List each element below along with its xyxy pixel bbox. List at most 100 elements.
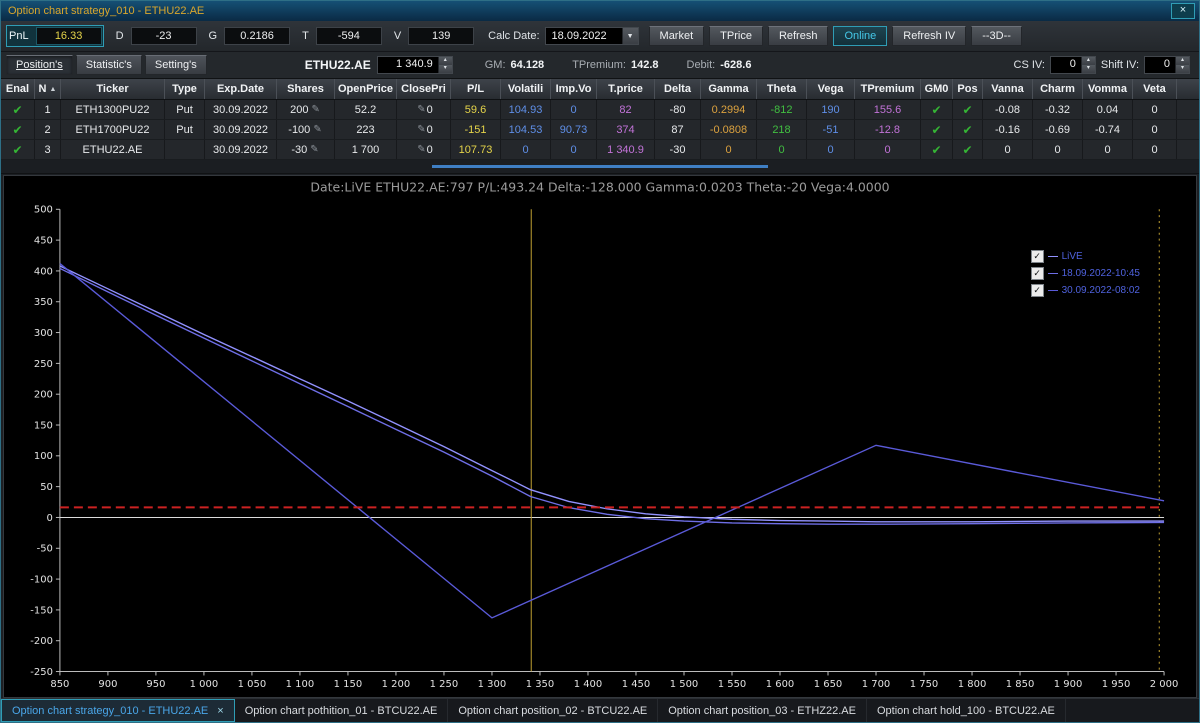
market-button[interactable]: Market	[648, 26, 705, 46]
cell-pos[interactable]: ✔	[953, 140, 983, 159]
y-tick-label: 0	[47, 513, 53, 524]
column-label: GM0	[924, 83, 949, 95]
cs-iv-spinner[interactable]: ▴ ▾	[1080, 57, 1095, 73]
column-header-gamma[interactable]: Gamma	[701, 79, 757, 99]
column-header-pl[interactable]: P/L	[451, 79, 501, 99]
bottom-tab-4[interactable]: Option chart position_03 - ETHZ22.AE	[658, 699, 867, 722]
cell-vomma: 0.04	[1083, 100, 1133, 119]
column-header-vega[interactable]: Vega	[807, 79, 855, 99]
spin-down-icon[interactable]: ▾	[1081, 65, 1095, 73]
table-row[interactable]: ✔ 1 ETH1300PU22 Put 30.09.2022 200 ✎ 52.2 ✎ 0 59.6…	[1, 100, 1199, 120]
legend-checkbox[interactable]: ✓	[1030, 250, 1044, 263]
scrollbar-thumb[interactable]	[432, 165, 768, 168]
cell-vomma: -0.74	[1083, 120, 1133, 139]
bottom-tab-5[interactable]: Option chart hold_100 - BTCU22.AE	[867, 699, 1066, 722]
y-tick-label: 100	[34, 451, 53, 462]
column-header-closeprice[interactable]: ClosePri	[397, 79, 451, 99]
price-value: 1 340.9	[396, 58, 433, 70]
column-header-expdate[interactable]: Exp.Date	[205, 79, 277, 99]
legend-checkbox[interactable]: ✓	[1030, 284, 1044, 297]
spin-up-icon[interactable]: ▴	[1176, 57, 1189, 65]
column-header-impvo[interactable]: Imp.Vo	[551, 79, 597, 99]
column-header-gm0[interactable]: GM0	[921, 79, 953, 99]
edit-icon[interactable]: ✎	[311, 104, 319, 115]
legend-label: 18.09.2022-10:45	[1061, 268, 1140, 279]
bottom-tab-3[interactable]: Option chart position_02 - BTCU22.AE	[448, 699, 659, 722]
cell-gm0[interactable]: ✔	[921, 120, 953, 139]
calc-date-input[interactable]: 18.09.2022 ▼	[544, 27, 639, 45]
column-header-openprice[interactable]: OpenPrice	[335, 79, 397, 99]
cell-value: 0	[426, 143, 433, 156]
column-header-charm[interactable]: Charm	[1033, 79, 1083, 99]
cell-enal[interactable]: ✔	[1, 100, 35, 119]
table-row[interactable]: ✔ 2 ETH1700PU22 Put 30.09.2022 -100 ✎ 223 ✎ 0 -151…	[1, 120, 1199, 140]
edit-icon[interactable]: ✎	[417, 124, 425, 135]
refresh-button[interactable]: Refresh	[767, 26, 829, 46]
edit-icon[interactable]: ✎	[310, 144, 318, 155]
shift-iv-spinner[interactable]: ▴ ▾	[1175, 57, 1189, 73]
price-spinner[interactable]: ▴ ▾	[437, 57, 452, 73]
cell-pl: 107.73	[451, 140, 501, 159]
3d-button[interactable]: --3D--	[971, 26, 1022, 46]
dropdown-arrow-icon[interactable]: ▼	[621, 28, 638, 44]
tprice-button[interactable]: TPrice	[709, 26, 763, 46]
column-header-enal[interactable]: Enal	[1, 79, 35, 99]
edit-icon[interactable]: ✎	[313, 124, 321, 135]
tab-close-icon[interactable]: ×	[217, 705, 223, 717]
window-tabs: Option chart strategy_010 - ETHU22.AE × Op…	[1, 698, 1199, 722]
cell-gm0[interactable]: ✔	[921, 140, 953, 159]
tab-positions[interactable]: Position's	[6, 55, 73, 75]
bottom-tab-label: Option chart position_02 - BTCU22.AE	[458, 704, 648, 717]
metric-value: 0.2186	[224, 27, 291, 45]
table-row[interactable]: ✔ 3 ETHU22.AE 30.09.2022 -30 ✎ 1 700 ✎ 0 107.73 0 0…	[1, 140, 1199, 160]
cell-pos[interactable]: ✔	[953, 100, 983, 119]
column-header-n[interactable]: N ▲	[35, 79, 61, 99]
column-header-tpremium[interactable]: TPremium	[855, 79, 921, 99]
cell-pos[interactable]: ✔	[953, 120, 983, 139]
column-header-veta[interactable]: Veta	[1133, 79, 1177, 99]
legend-item: ✓ 30.09.2022-08:02	[1030, 284, 1140, 297]
column-header-theta[interactable]: Theta	[757, 79, 807, 99]
tab-settings[interactable]: Setting's	[144, 55, 207, 75]
bottom-tab-2[interactable]: Option chart pothition_01 - BTCU22.AE	[235, 699, 449, 722]
cell-value: 0	[1054, 143, 1061, 156]
column-header-type[interactable]: Type	[165, 79, 205, 99]
spin-down-icon[interactable]: ▾	[1176, 65, 1189, 73]
cell-type: Put	[165, 100, 205, 119]
legend-checkbox[interactable]: ✓	[1030, 267, 1044, 280]
column-header-ticker[interactable]: Ticker	[61, 79, 165, 99]
shift-iv-input[interactable]: 0 ▴ ▾	[1144, 56, 1190, 74]
x-tick-label: 1 800	[958, 679, 987, 690]
check-icon: ✔	[12, 142, 23, 157]
refresh-iv-button[interactable]: Refresh IV	[892, 26, 967, 46]
payoff-chart[interactable]: Date:LiVE ETHU22.AE:797 P/L:493.24 Delta…	[3, 175, 1197, 698]
spin-down-icon[interactable]: ▾	[438, 65, 452, 73]
column-header-pos[interactable]: Pos	[953, 79, 983, 99]
online-button[interactable]: Online	[833, 26, 888, 46]
edit-icon[interactable]: ✎	[417, 144, 425, 155]
cell-enal[interactable]: ✔	[1, 120, 35, 139]
cell-tpremium: 155.6	[855, 100, 921, 119]
column-header-shares[interactable]: Shares	[277, 79, 335, 99]
spin-up-icon[interactable]: ▴	[438, 57, 452, 65]
column-header-vomma[interactable]: Vomma	[1083, 79, 1133, 99]
chart-canvas[interactable]: Date:LiVE ETHU22.AE:797 P/L:493.24 Delta…	[4, 176, 1196, 697]
tab-statistics[interactable]: Statistic's	[75, 55, 142, 75]
bottom-tab-1[interactable]: Option chart strategy_010 - ETHU22.AE ×	[1, 699, 235, 722]
column-header-delta[interactable]: Delta	[655, 79, 701, 99]
column-header-vol[interactable]: Volatili	[501, 79, 551, 99]
legend-item: ✓ LiVE	[1030, 250, 1140, 263]
spin-up-icon[interactable]: ▴	[1081, 57, 1095, 65]
edit-icon[interactable]: ✎	[417, 104, 425, 115]
cs-iv-input[interactable]: 0 ▴ ▾	[1049, 56, 1096, 74]
table-hscrollbar[interactable]	[1, 160, 1199, 174]
column-header-tprice[interactable]: T.price	[597, 79, 655, 99]
window-close-icon[interactable]: ×	[1171, 3, 1195, 19]
cell-gamma: 0	[701, 140, 757, 159]
cell-impvo: 0	[551, 140, 597, 159]
cell-gm0[interactable]: ✔	[921, 100, 953, 119]
cell-value: Put	[176, 103, 193, 116]
cell-enal[interactable]: ✔	[1, 140, 35, 159]
price-input[interactable]: 1 340.9 ▴ ▾	[376, 56, 453, 74]
column-header-vanna[interactable]: Vanna	[983, 79, 1033, 99]
